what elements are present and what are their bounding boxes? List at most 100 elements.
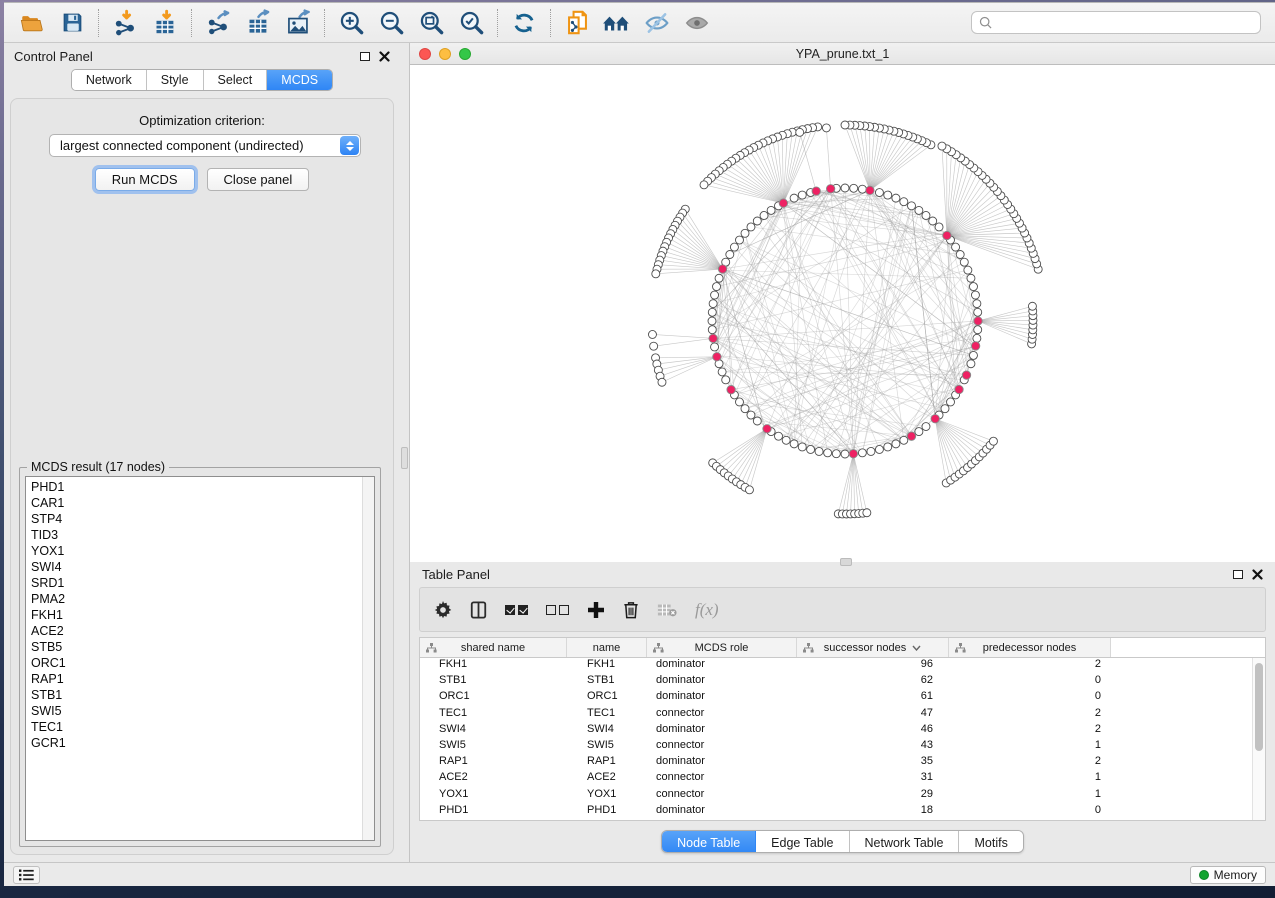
graph-node-dominator[interactable] — [943, 231, 951, 239]
table-scrollbar[interactable] — [1252, 658, 1265, 820]
graph-node[interactable] — [652, 270, 660, 278]
graph-node[interactable] — [867, 447, 875, 455]
graph-node[interactable] — [648, 330, 656, 338]
mcds-result-item[interactable]: ORC1 — [26, 655, 362, 671]
graph-node[interactable] — [884, 191, 892, 199]
graph-node[interactable] — [841, 184, 849, 192]
export-table-button[interactable] — [238, 6, 278, 40]
scrollbar-thumb[interactable] — [1255, 663, 1263, 751]
graph-node-dominator[interactable] — [709, 334, 717, 342]
graph-node[interactable] — [960, 258, 968, 266]
graph-node[interactable] — [967, 274, 975, 282]
graph-node[interactable] — [850, 184, 858, 192]
mcds-result-item[interactable]: SRD1 — [26, 575, 362, 591]
first-neighbors-button[interactable] — [597, 6, 637, 40]
graph-node[interactable] — [741, 405, 749, 413]
graph-node[interactable] — [747, 223, 755, 231]
graph-node[interactable] — [741, 229, 749, 237]
apply-layout-button[interactable] — [504, 6, 544, 40]
graph-node[interactable] — [863, 509, 871, 517]
zoom-fit-button[interactable] — [411, 6, 451, 40]
graph-node[interactable] — [650, 342, 658, 350]
graph-node[interactable] — [900, 198, 908, 206]
export-image-button[interactable] — [278, 6, 318, 40]
column-header-mcds-role[interactable]: MCDS role — [647, 638, 797, 657]
show-columns-button[interactable] — [470, 601, 487, 619]
graph-node[interactable] — [767, 206, 775, 214]
import-network-button[interactable] — [105, 6, 145, 40]
graph-node-dominator[interactable] — [971, 342, 979, 350]
graph-node[interactable] — [974, 326, 982, 334]
graph-node[interactable] — [824, 449, 832, 457]
graph-node[interactable] — [832, 450, 840, 458]
mcds-result-item[interactable]: TID3 — [26, 527, 362, 543]
graph-node[interactable] — [700, 181, 708, 189]
new-network-from-selection-button[interactable] — [557, 6, 597, 40]
graph-node-dominator[interactable] — [779, 199, 787, 207]
table-row[interactable]: TEC1TEC1connector472 — [420, 707, 1252, 723]
graph-node-dominator[interactable] — [931, 415, 939, 423]
horizontal-splitter-handle[interactable] — [840, 558, 852, 566]
graph-node[interactable] — [658, 378, 666, 386]
close-panel-icon[interactable] — [1252, 569, 1263, 580]
criterion-dropdown[interactable]: largest connected component (undirected) — [49, 134, 361, 157]
tab-network[interactable]: Network — [72, 70, 147, 90]
graph-node[interactable] — [952, 243, 960, 251]
add-column-button[interactable] — [587, 601, 605, 619]
graph-node[interactable] — [790, 194, 798, 202]
graph-node[interactable] — [938, 142, 946, 150]
graph-node[interactable] — [822, 124, 830, 132]
graph-node-dominator[interactable] — [955, 385, 963, 393]
graph-node[interactable] — [790, 440, 798, 448]
graph-node[interactable] — [973, 334, 981, 342]
graph-node[interactable] — [858, 449, 866, 457]
graph-node[interactable] — [708, 308, 716, 316]
close-panel-button[interactable]: Close panel — [207, 168, 310, 191]
tab-network-table[interactable]: Network Table — [850, 831, 960, 853]
table-row[interactable]: YOX1YOX1connector291 — [420, 788, 1252, 804]
graph-node[interactable] — [747, 411, 755, 419]
graph-node[interactable] — [815, 447, 823, 455]
graph-node[interactable] — [947, 398, 955, 406]
table-row[interactable]: ACE2ACE2connector311 — [420, 771, 1252, 787]
graph-node[interactable] — [718, 368, 726, 376]
delete-columns-button[interactable] — [623, 601, 639, 619]
task-history-button[interactable] — [13, 866, 40, 884]
graph-node-dominator[interactable] — [812, 187, 820, 195]
table-row[interactable]: PHD1PHD1dominator180 — [420, 804, 1252, 820]
mcds-result-item[interactable]: TEC1 — [26, 719, 362, 735]
graph-node[interactable] — [722, 376, 730, 384]
network-canvas[interactable] — [410, 65, 1275, 562]
graph-node[interactable] — [841, 121, 849, 129]
graph-node[interactable] — [892, 440, 900, 448]
graph-node[interactable] — [735, 236, 743, 244]
mcds-result-item[interactable]: PHD1 — [26, 479, 362, 495]
graph-node-dominator[interactable] — [849, 450, 857, 458]
graph-node[interactable] — [875, 445, 883, 453]
graph-node[interactable] — [708, 317, 716, 325]
deselect-all-rows-button[interactable] — [546, 605, 569, 615]
mcds-result-item[interactable]: STB5 — [26, 639, 362, 655]
mcds-result-item[interactable]: STB1 — [26, 687, 362, 703]
graph-node[interactable] — [713, 283, 721, 291]
tab-edge-table[interactable]: Edge Table — [756, 831, 849, 853]
tab-motifs[interactable]: Motifs — [959, 831, 1022, 853]
graph-node-dominator[interactable] — [718, 265, 726, 273]
graph-node-dominator[interactable] — [713, 353, 721, 361]
tab-mcds[interactable]: MCDS — [267, 70, 332, 90]
graph-node[interactable] — [969, 351, 977, 359]
graph-node[interactable] — [922, 211, 930, 219]
graph-node[interactable] — [973, 300, 981, 308]
vertical-splitter[interactable] — [400, 43, 409, 862]
graph-node[interactable] — [858, 185, 866, 193]
mcds-result-item[interactable]: FKH1 — [26, 607, 362, 623]
graph-node[interactable] — [753, 217, 761, 225]
tab-select[interactable]: Select — [204, 70, 268, 90]
graph-node[interactable] — [875, 189, 883, 197]
search-input[interactable] — [998, 16, 1253, 30]
select-all-rows-button[interactable] — [505, 605, 528, 615]
table-settings-button[interactable] — [434, 601, 452, 619]
graph-node[interactable] — [711, 343, 719, 351]
graph-node[interactable] — [884, 443, 892, 451]
column-header-name[interactable]: name — [567, 638, 647, 657]
